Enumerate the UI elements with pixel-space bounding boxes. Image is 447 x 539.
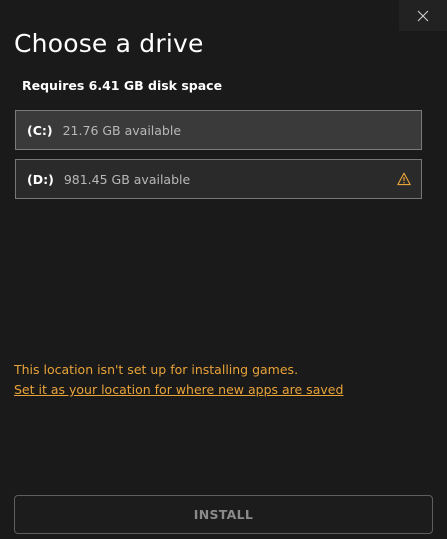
close-button[interactable]	[399, 0, 447, 31]
choose-drive-dialog: Choose a drive Requires 6.41 GB disk spa…	[0, 0, 447, 539]
drive-available-space: 981.45 GB available	[63, 171, 191, 187]
drive-option-c[interactable]: (C:) 21.76 GB available	[15, 110, 422, 150]
dialog-title: Choose a drive	[14, 29, 204, 58]
set-default-location-link[interactable]: Set it as your location for where new ap…	[14, 382, 343, 397]
drive-option-d[interactable]: (D:) 981.45 GB available	[15, 159, 422, 199]
close-icon	[417, 10, 429, 21]
drive-letter: (C:)	[27, 122, 53, 138]
disk-space-requirement: Requires 6.41 GB disk space	[22, 78, 223, 93]
drive-warning-message: This location isn't set up for installin…	[14, 362, 299, 377]
drive-available-space: 21.76 GB available	[62, 122, 182, 138]
warning-triangle-icon	[397, 172, 411, 186]
install-button[interactable]: INSTALL	[14, 495, 433, 534]
drive-letter: (D:)	[27, 171, 54, 187]
